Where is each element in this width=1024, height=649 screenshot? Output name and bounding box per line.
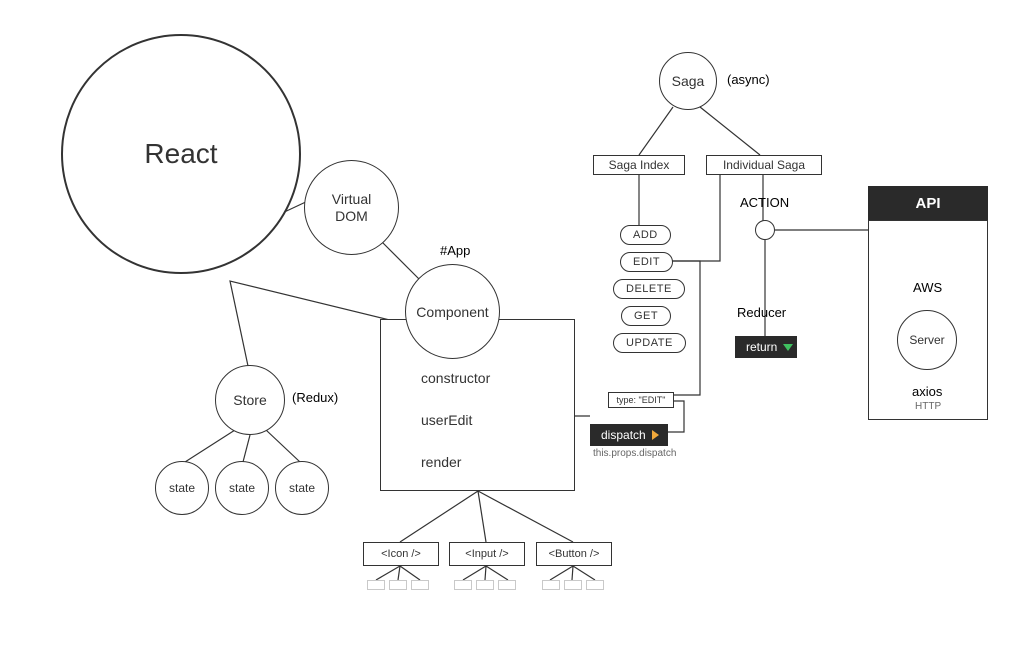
node-store: Store (215, 365, 285, 435)
pill-edit: EDIT (620, 252, 673, 272)
label-constructor: constructor (421, 370, 490, 386)
node-action (755, 220, 775, 240)
subbox (454, 580, 472, 590)
node-state-2: state (215, 461, 269, 515)
subbox (542, 580, 560, 590)
pill-add: ADD (620, 225, 671, 245)
child-input: <Input /> (449, 542, 525, 566)
label-redux: (Redux) (292, 390, 338, 405)
subbox (367, 580, 385, 590)
label-http: HTTP (915, 401, 941, 412)
label-dom: DOM (332, 208, 371, 225)
subbox (411, 580, 429, 590)
label-async: (async) (727, 72, 770, 87)
node-virtual-dom: Virtual DOM (304, 160, 399, 255)
node-state-3: state (275, 461, 329, 515)
label-app: #App (440, 243, 470, 258)
label-render: render (421, 454, 461, 470)
subbox (586, 580, 604, 590)
label-virtual: Virtual (332, 191, 371, 208)
label-action: ACTION (740, 195, 789, 210)
child-button: <Button /> (536, 542, 612, 566)
label-useredit: userEdit (421, 412, 472, 428)
box-saga-index: Saga Index (593, 155, 685, 175)
label-axios: axios (912, 384, 942, 399)
node-component: Component (405, 264, 500, 359)
node-react: React (61, 34, 301, 274)
pill-delete: DELETE (613, 279, 685, 299)
type-edit-box: type: "EDIT" (608, 392, 674, 408)
triangle-down-icon (783, 344, 793, 351)
dispatch-box: dispatch (590, 424, 668, 446)
node-state-1: state (155, 461, 209, 515)
label-component: Component (416, 304, 488, 320)
child-icon: <Icon /> (363, 542, 439, 566)
subbox (476, 580, 494, 590)
dispatch-caption: this.props.dispatch (593, 448, 676, 459)
pill-update: UPDATE (613, 333, 686, 353)
subbox (498, 580, 516, 590)
label-store: Store (233, 392, 266, 408)
api-header: API (868, 186, 988, 220)
pill-get: GET (621, 306, 671, 326)
label-aws: AWS (913, 280, 942, 295)
box-individual-saga: Individual Saga (706, 155, 822, 175)
label-react: React (144, 138, 217, 170)
subbox (564, 580, 582, 590)
triangle-icon (652, 430, 659, 440)
label-reducer: Reducer (737, 305, 786, 320)
subbox (389, 580, 407, 590)
node-saga: Saga (659, 52, 717, 110)
return-box: return (735, 336, 797, 358)
node-server: Server (897, 310, 957, 370)
